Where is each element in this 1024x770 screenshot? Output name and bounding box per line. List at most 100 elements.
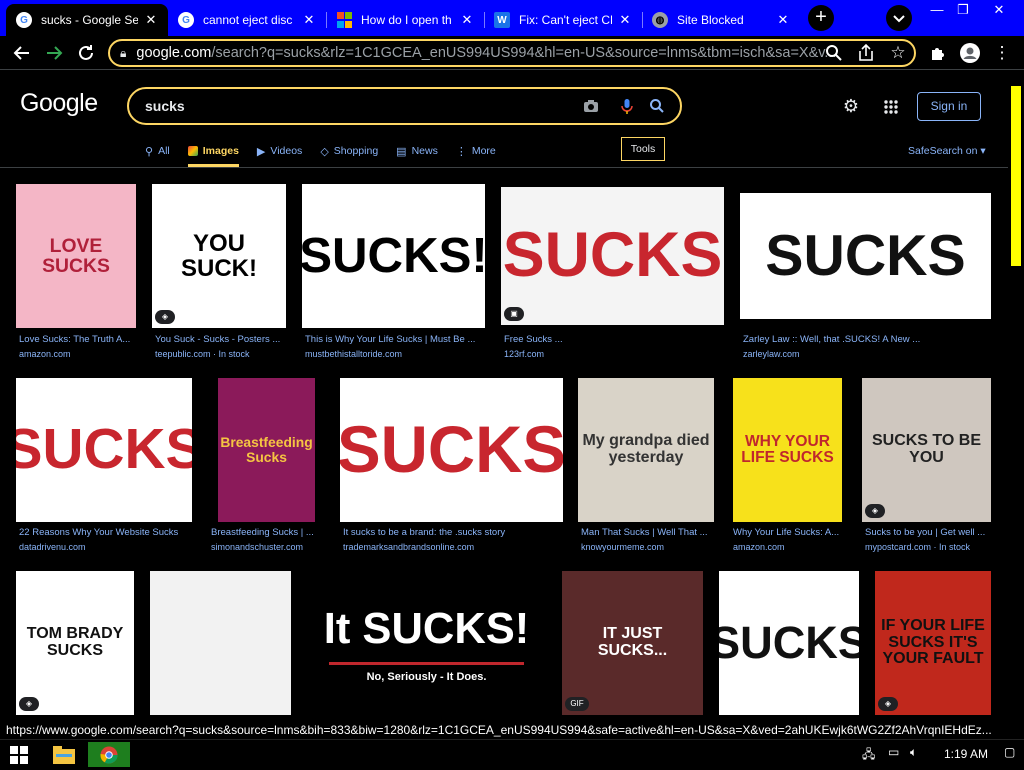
browser-window: G sucks - Google Se ✕ G cannot eject dis… xyxy=(0,0,1024,768)
image-result-thumbnail[interactable]: IF YOUR LIFE SUCKS IT'S YOUR FAULT xyxy=(875,571,991,715)
profile-avatar-icon[interactable] xyxy=(958,41,982,65)
safesearch-label: SafeSearch on xyxy=(908,145,978,157)
reload-button[interactable] xyxy=(74,41,98,65)
tab-fix-cant-eject[interactable]: W Fix: Can't eject CD ✕ xyxy=(484,4,642,36)
image-result-thumbnail[interactable]: SUCKS xyxy=(740,193,991,319)
tab-shopping[interactable]: ◇ Shopping xyxy=(320,137,378,165)
camera-icon[interactable] xyxy=(581,97,601,117)
result-source[interactable]: amazon.com xyxy=(19,349,159,359)
address-bar[interactable]: 🔒︎ google.com/search?q=sucks&rlz=1C1GCEA… xyxy=(108,39,916,67)
taskbar-clock[interactable]: 1:19 AM xyxy=(944,747,988,761)
tab-google-search[interactable]: G sucks - Google Se ✕ xyxy=(6,4,168,36)
thumbnail-text: SUCKS xyxy=(340,412,563,486)
image-result-thumbnail[interactable]: SUCKS! xyxy=(302,184,485,328)
file-explorer-icon[interactable] xyxy=(44,742,84,767)
thumbnail-text: TOM BRADY SUCKS xyxy=(26,625,124,659)
tag-badge-icon: ◈ xyxy=(878,697,898,711)
apps-grid-icon[interactable] xyxy=(880,96,902,118)
volume-muted-icon[interactable]: 🔈︎ xyxy=(910,745,917,770)
back-button[interactable] xyxy=(10,41,34,65)
close-tab-icon[interactable]: ✕ xyxy=(302,12,316,28)
tab-site-blocked[interactable]: ◍ Site Blocked ✕ xyxy=(642,4,800,36)
forward-button[interactable] xyxy=(42,41,66,65)
image-result-thumbnail[interactable]: SUCKS TO BE YOU xyxy=(862,378,991,522)
new-tab-button[interactable]: + xyxy=(808,5,834,31)
image-result-thumbnail[interactable]: SUCKS xyxy=(501,187,724,325)
result-source[interactable]: 123rf.com xyxy=(504,349,747,359)
result-source[interactable]: zarleylaw.com xyxy=(743,349,1008,359)
image-result-thumbnail[interactable]: IT JUST SUCKS... xyxy=(562,571,703,715)
search-icon[interactable] xyxy=(647,97,667,117)
result-title-link[interactable]: Sucks to be you | Get well ... xyxy=(865,527,1008,538)
safesearch-toggle[interactable]: SafeSearch on ▾ xyxy=(908,145,986,157)
result-source[interactable]: trademarksandbrandsonline.com xyxy=(343,542,586,552)
image-result-thumbnail[interactable]: Breastfeeding Sucks xyxy=(218,378,315,522)
search-query[interactable]: sucks xyxy=(145,98,185,114)
tab-images[interactable]: Images xyxy=(187,137,240,167)
image-result-thumbnail[interactable]: YOU SUCK! xyxy=(152,184,286,328)
scrollbar-thumb[interactable] xyxy=(1011,86,1021,266)
close-window-button[interactable]: ✕ xyxy=(984,0,1014,20)
result-title-link[interactable]: Man That Sucks | Well That ... xyxy=(581,527,737,538)
network-icon[interactable]: 🖧︎ xyxy=(862,745,875,770)
sign-in-button[interactable]: Sign in xyxy=(917,92,981,121)
result-source[interactable]: mustbethistalltoride.com xyxy=(305,349,508,359)
restore-button[interactable]: ❐ xyxy=(948,0,978,20)
tab-news[interactable]: ▤ News xyxy=(396,137,438,165)
thumbnail-text: SUCKS! xyxy=(302,228,485,284)
result-source[interactable]: datadrivenu.com xyxy=(19,542,215,552)
thumbnail-text: YOU SUCK! xyxy=(181,229,257,282)
lock-icon[interactable]: 🔒︎ xyxy=(120,46,126,61)
image-result-thumbnail[interactable]: TOM BRADY SUCKS xyxy=(16,571,134,715)
result-title-link[interactable]: Love Sucks: The Truth A... xyxy=(19,334,159,345)
image-result-thumbnail[interactable]: LOVE SUCKS xyxy=(16,184,136,328)
result-title-link[interactable]: Zarley Law :: Well, that .SUCKS! A New .… xyxy=(743,334,1008,345)
tab-search-button[interactable] xyxy=(886,5,912,31)
share-icon[interactable] xyxy=(854,41,878,65)
zoom-icon[interactable] xyxy=(822,41,846,65)
google-logo[interactable]: Google xyxy=(20,89,98,118)
bookmark-star-icon[interactable]: ☆ xyxy=(886,41,910,65)
result-title-link[interactable]: It sucks to be a brand: the .sucks story xyxy=(343,527,586,538)
search-box[interactable]: sucks xyxy=(127,87,682,125)
tab-how-do-i-open[interactable]: How do I open th ✕ xyxy=(326,4,484,36)
notifications-icon[interactable]: ▢ xyxy=(1004,745,1015,770)
close-tab-icon[interactable]: ✕ xyxy=(460,12,474,28)
close-tab-icon[interactable]: ✕ xyxy=(144,12,158,28)
result-title-link[interactable]: Free Sucks ... xyxy=(504,334,747,345)
result-source[interactable]: amazon.com xyxy=(733,542,862,552)
result-source[interactable]: teepublic.com · In stock xyxy=(155,349,309,359)
thumbnail-text: IT JUST SUCKS... xyxy=(597,625,668,659)
result-title-link[interactable]: This is Why Your Life Sucks | Must Be ..… xyxy=(305,334,508,345)
result-title-link[interactable]: Why Your Life Sucks: A... xyxy=(733,527,862,538)
image-result-thumbnail[interactable]: SUCKS xyxy=(340,378,563,522)
menu-kebab-icon[interactable]: ⋮ xyxy=(990,41,1014,65)
close-tab-icon[interactable]: ✕ xyxy=(618,12,632,28)
result-title-link[interactable]: You Suck - Sucks - Posters ... xyxy=(155,334,309,345)
image-result-thumbnail[interactable]: SUCKS xyxy=(16,378,192,522)
tools-button[interactable]: Tools xyxy=(621,137,665,161)
start-windows-icon[interactable] xyxy=(10,742,30,767)
tab-videos[interactable]: ▶ Videos xyxy=(257,137,302,165)
image-result-thumbnail[interactable]: It SUCKS! No, Seriously - It Does. xyxy=(305,571,548,715)
microphone-icon[interactable] xyxy=(617,97,637,117)
image-result-thumbnail[interactable]: My grandpa died yesterday xyxy=(578,378,714,522)
result-source[interactable]: mypostcard.com · In stock xyxy=(865,542,1008,552)
w-favicon-icon: W xyxy=(494,12,510,28)
tab-cannot-eject[interactable]: G cannot eject disc ✕ xyxy=(168,4,326,36)
close-tab-icon[interactable]: ✕ xyxy=(776,12,790,28)
result-title-link[interactable]: 22 Reasons Why Your Website Sucks xyxy=(19,527,215,538)
result-source[interactable]: knowyourmeme.com xyxy=(581,542,737,552)
display-icon[interactable]: ▭ xyxy=(888,745,899,770)
tab-more[interactable]: ⋮ More xyxy=(456,137,496,165)
chrome-taskbar-icon[interactable] xyxy=(88,742,130,767)
extensions-puzzle-icon[interactable] xyxy=(926,41,950,65)
image-result-thumbnail[interactable]: SUCKS xyxy=(719,571,859,715)
tab-all[interactable]: ⚲ All xyxy=(145,137,170,165)
result-title-link[interactable]: Breastfeeding Sucks | ... xyxy=(211,527,328,538)
image-result-thumbnail[interactable]: WHY YOUR LIFE SUCKS xyxy=(733,378,842,522)
settings-gear-icon[interactable]: ⚙ xyxy=(840,96,862,118)
result-source[interactable]: simonandschuster.com xyxy=(211,542,328,552)
url-host: google.com xyxy=(136,45,212,61)
image-result-thumbnail[interactable] xyxy=(150,571,291,715)
